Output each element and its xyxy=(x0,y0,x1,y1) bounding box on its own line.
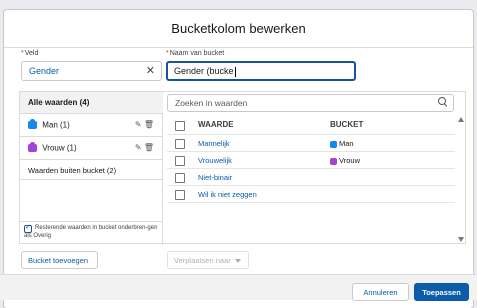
required-asterisk: * xyxy=(166,50,169,57)
values-table: WAARDE BUCKET Mannelijk Man Vrouwelijk V… xyxy=(167,115,455,203)
select-all-checkbox[interactable] xyxy=(175,121,185,131)
table-header: WAARDE BUCKET xyxy=(167,115,455,135)
veld-field[interactable]: Gender ✕ xyxy=(21,61,162,81)
column-header-value: WAARDE xyxy=(198,120,234,129)
apply-button[interactable]: Toepassen xyxy=(414,283,469,301)
bucket-item-vrouw[interactable]: Vrouw (1) ✎ 🗑 xyxy=(20,137,163,160)
scroll-down-icon[interactable] xyxy=(458,237,464,242)
edit-icon[interactable]: ✎ xyxy=(135,120,142,129)
column-header-bucket: BUCKET xyxy=(330,120,364,129)
cancel-button[interactable]: Annuleren xyxy=(352,283,409,301)
scroll-up-icon[interactable] xyxy=(458,117,464,122)
veld-label: *Veld xyxy=(21,50,39,57)
bucket-icon xyxy=(330,140,337,148)
bucket-icon xyxy=(330,157,337,165)
close-icon[interactable]: ✕ xyxy=(146,64,155,77)
chevron-down-icon xyxy=(234,259,241,264)
required-asterisk: * xyxy=(21,50,24,57)
table-row[interactable]: Niet-binair xyxy=(167,169,455,186)
edit-icon[interactable]: ✎ xyxy=(135,143,142,152)
bucket-icon xyxy=(28,118,37,129)
bucket-item-man[interactable]: Man (1) ✎ 🗑 xyxy=(20,114,163,137)
search-icon[interactable] xyxy=(438,97,447,106)
bucket-name-label: *Naam van bucket xyxy=(166,50,225,57)
text-caret xyxy=(234,66,236,77)
bucket-name-input[interactable]: Gender (bucke xyxy=(166,61,356,81)
table-row[interactable]: Wil ik niet zeggen xyxy=(167,186,455,203)
dialog-header: Bucketkolom bewerken xyxy=(4,10,473,48)
all-values-header[interactable]: Alle waarden (4) xyxy=(20,92,163,114)
move-to-button[interactable]: Verplaatsen naar xyxy=(167,251,249,269)
outside-bucket-values[interactable]: Waarden buiten bucket (2) xyxy=(20,160,163,180)
bucket-panel: Alle waarden (4) Man (1) ✎ 🗑 Vrouw (1) ✎… xyxy=(19,91,466,245)
add-bucket-button[interactable]: Bucket toevoegen xyxy=(21,251,98,269)
bucket-icon xyxy=(28,141,37,152)
remaining-values-option[interactable]: Resterende waarden in bucket onderbren-g… xyxy=(20,221,163,245)
search-input[interactable]: Zoeken in waarden xyxy=(167,94,454,112)
row-checkbox[interactable] xyxy=(175,190,185,200)
table-row[interactable]: Vrouwelijk Vrouw xyxy=(167,152,455,169)
row-checkbox[interactable] xyxy=(175,173,185,183)
values-panel: Zoeken in waarden WAARDE BUCKET Mannelij… xyxy=(164,92,466,245)
row-checkbox[interactable] xyxy=(175,139,185,149)
dialog-title: Bucketkolom bewerken xyxy=(171,21,306,36)
trash-icon[interactable]: 🗑 xyxy=(144,120,154,129)
row-checkbox[interactable] xyxy=(175,156,185,166)
vertical-scrollbar[interactable] xyxy=(456,114,466,245)
bucket-list: Alle waarden (4) Man (1) ✎ 🗑 Vrouw (1) ✎… xyxy=(20,92,163,245)
remaining-values-checkbox[interactable] xyxy=(24,224,32,233)
table-row[interactable]: Mannelijk Man xyxy=(167,135,455,152)
trash-icon[interactable]: 🗑 xyxy=(144,143,154,152)
